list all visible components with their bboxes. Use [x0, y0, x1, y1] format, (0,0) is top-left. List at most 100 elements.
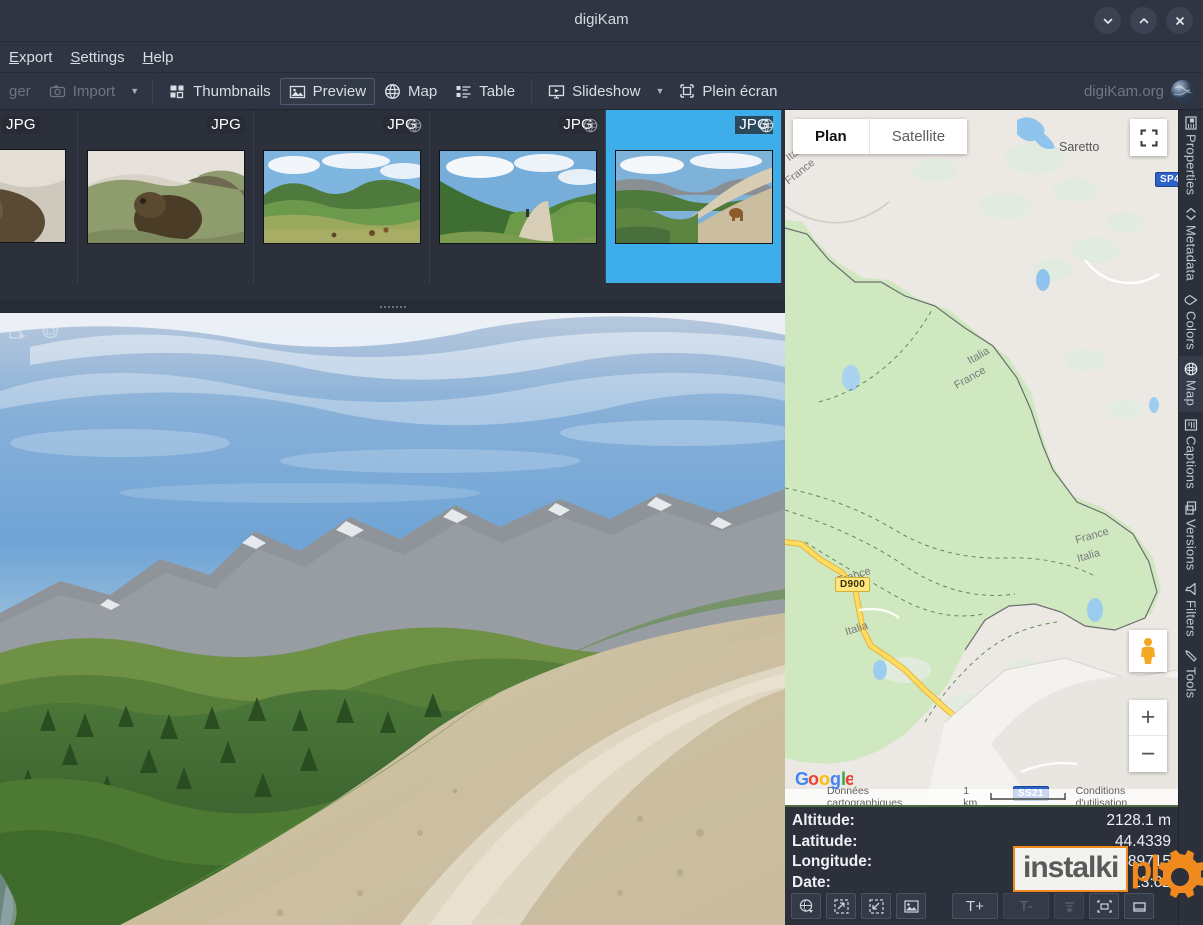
toolbar-import[interactable]: Import	[40, 78, 125, 105]
preview-splitter[interactable]	[0, 300, 785, 313]
svg-text:g: g	[830, 769, 841, 789]
map-zoom-in-button[interactable]: +	[1129, 700, 1167, 736]
geo-row-altitude: Altitude: 2128.1 m	[792, 811, 1171, 832]
thumbnail-item-4[interactable]: JPG	[606, 110, 782, 283]
minimize-button[interactable]	[1094, 7, 1121, 34]
captions-icon	[1184, 418, 1198, 432]
thumbnail-image-0	[0, 149, 66, 243]
toolbar-manager-truncated[interactable]: ger	[0, 78, 40, 105]
sidebar-item-filters[interactable]: Filters	[1179, 576, 1203, 643]
geo-tag-icon-3	[583, 118, 598, 133]
sidebar-label-colors: Colors	[1184, 311, 1199, 350]
thumbnail-item-2[interactable]: JPG	[254, 110, 430, 283]
watermark: instalki pl	[1013, 846, 1158, 892]
versions-icon	[1184, 501, 1198, 515]
map-type-plan[interactable]: Plan	[793, 119, 870, 154]
thumbnail-item-0[interactable]: JPG	[0, 110, 78, 283]
map-zoom-out-button[interactable]: −	[1129, 736, 1167, 772]
window-controls	[1094, 7, 1193, 34]
slideshow-icon	[548, 83, 565, 100]
svg-text:e: e	[845, 769, 853, 789]
map-scale-label: 1 km	[963, 785, 985, 805]
thumbnail-item-1[interactable]: JPG	[78, 110, 254, 283]
thumbnail-item-3[interactable]: JPG	[430, 110, 606, 283]
sidebar-label-properties: Properties	[1184, 134, 1199, 195]
thumbnail-image-1	[87, 150, 245, 244]
manager-label: ger	[9, 83, 31, 100]
sidebar-item-captions[interactable]: Captions	[1179, 412, 1203, 495]
map-street-view-pegman[interactable]	[1129, 630, 1167, 672]
main-toolbar: ger Import ▼ Thumbnails Preview Map	[0, 73, 1203, 110]
rotate-icon[interactable]	[41, 321, 60, 340]
image-preview[interactable]	[0, 313, 785, 925]
group-markers-button[interactable]	[1054, 893, 1084, 919]
increase-thumbnail-size-button[interactable]: T+	[952, 893, 998, 919]
slideshow-dropdown-arrow[interactable]: ▼	[649, 82, 670, 100]
fit-markers-button[interactable]	[1089, 893, 1119, 919]
zoom-to-selection-button[interactable]	[861, 893, 891, 919]
table-icon	[455, 83, 472, 100]
svg-text:o: o	[819, 769, 830, 789]
maximize-button[interactable]	[1130, 7, 1157, 34]
sidebar-item-tools[interactable]: Tools	[1179, 643, 1203, 704]
map-fullscreen-button[interactable]	[1130, 119, 1167, 156]
sidebar-item-metadata[interactable]: Metadata	[1179, 201, 1203, 287]
right-sidebar-tabs: Properties Metadata Colors Map Captions	[1178, 110, 1203, 925]
pencil-icon	[1184, 649, 1198, 663]
color-icon	[1184, 293, 1198, 307]
sidebar-item-colors[interactable]: Colors	[1179, 287, 1203, 356]
import-label: Import	[73, 83, 116, 100]
thumbnails-label: Thumbnails	[193, 83, 271, 100]
geo-key-latitude: Latitude:	[792, 832, 857, 853]
sidebar-label-filters: Filters	[1184, 600, 1199, 637]
geo-tag-icon-4	[759, 118, 774, 133]
toolbar-separator-1	[152, 79, 153, 103]
map-shield-sp4: SP4	[1155, 172, 1178, 187]
sidebar-item-properties[interactable]: Properties	[1179, 110, 1203, 201]
globe-icon	[1184, 362, 1198, 376]
map-shield-d900: D900	[835, 577, 870, 592]
preview-overlay-buttons	[8, 321, 60, 340]
map-tiles	[785, 110, 1178, 805]
thumbnail-image-3	[439, 150, 597, 244]
toolbar-thumbnails[interactable]: Thumbnails	[160, 78, 280, 105]
menu-export[interactable]: Export	[0, 46, 61, 69]
preview-photo	[0, 313, 785, 925]
close-button[interactable]	[1166, 7, 1193, 34]
map-settings-button[interactable]	[1124, 893, 1154, 919]
svg-text:G: G	[795, 769, 809, 789]
menu-settings-label: ettings	[80, 49, 124, 66]
menu-settings[interactable]: Settings	[61, 46, 133, 69]
digikam-org-link[interactable]: digiKam.org	[1084, 83, 1170, 100]
show-thumbnails-on-map-button[interactable]	[896, 893, 926, 919]
menu-help-label: elp	[153, 49, 173, 66]
digikam-globe-icon[interactable]	[1170, 79, 1195, 104]
map-panel[interactable]: Saretto Italia France Italia France Fran…	[785, 110, 1178, 805]
preview-icon	[289, 83, 306, 100]
toolbar-table[interactable]: Table	[446, 78, 524, 105]
properties-icon	[1184, 116, 1198, 130]
toolbar-slideshow[interactable]: Slideshow	[539, 78, 649, 105]
import-dropdown-arrow[interactable]: ▼	[124, 82, 145, 100]
map-type-satellite[interactable]: Satellite	[870, 119, 967, 154]
toolbar-map[interactable]: Map	[375, 78, 446, 105]
select-images-button[interactable]	[826, 893, 856, 919]
apply-geo-to-image-button[interactable]	[791, 893, 821, 919]
geo-key-altitude: Altitude:	[792, 811, 855, 832]
menubar: Export Settings Help	[0, 42, 1203, 73]
toolbar-preview[interactable]: Preview	[280, 78, 375, 105]
add-face-tag-icon[interactable]	[8, 321, 27, 340]
sidebar-item-map[interactable]: Map	[1179, 356, 1203, 412]
menu-help[interactable]: Help	[134, 46, 183, 69]
window-title: digiKam	[0, 11, 1203, 28]
geo-key-longitude: Longitude:	[792, 852, 872, 873]
camera-icon	[49, 83, 66, 100]
decrease-thumbnail-size-button[interactable]: T-	[1003, 893, 1049, 919]
map-zoom-controls: + −	[1129, 700, 1167, 772]
thumbnail-format-0: JPG	[2, 116, 40, 134]
titlebar: digiKam	[0, 0, 1203, 42]
map-terms-link[interactable]: Conditions d'utilisation	[1076, 785, 1178, 805]
sidebar-item-versions[interactable]: Versions	[1179, 495, 1203, 576]
toolbar-fullscreen[interactable]: Plein écran	[670, 78, 786, 105]
thumbnails-icon	[169, 83, 186, 100]
